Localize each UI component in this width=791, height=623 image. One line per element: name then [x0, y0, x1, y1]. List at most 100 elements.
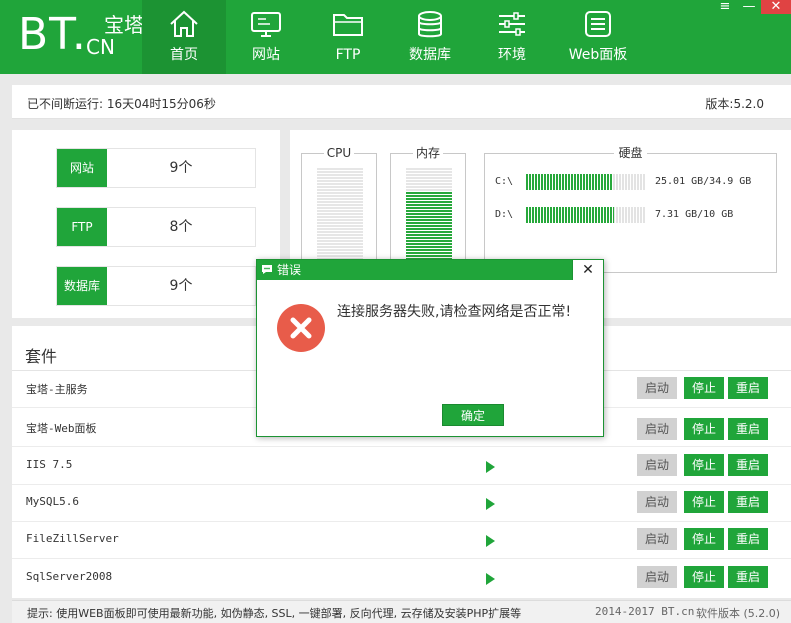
stat-value: 9个	[169, 278, 193, 294]
database-icon	[388, 10, 472, 40]
logo-cn-text: 宝塔	[104, 13, 144, 37]
disk-usage-text: 25.01 GB/34.9 GB	[655, 176, 752, 187]
logo-domain-text: CN	[86, 35, 115, 59]
running-status-icon	[486, 535, 495, 547]
nav-item-website[interactable]: 网站	[224, 0, 308, 74]
cpu-bar	[317, 168, 363, 268]
running-status-icon	[486, 461, 495, 473]
uptime-text: 已不间断运行: 16天04时15分06秒	[27, 97, 216, 111]
restart-button[interactable]: 重启	[728, 528, 768, 550]
service-name: SqlServer2008	[26, 570, 113, 583]
memory-bar	[406, 168, 452, 268]
nav-item-database[interactable]: 数据库	[388, 0, 472, 74]
table-row: SqlServer2008 启动 停止 重启	[12, 560, 791, 597]
service-name: 宝塔-主服务	[26, 383, 88, 396]
version-text: 版本:5.2.0	[705, 97, 764, 111]
copyright-text: 2014-2017 BT.cn	[595, 605, 695, 618]
stat-value: 8个	[169, 219, 193, 235]
stat-database[interactable]: 数据库 9个	[56, 266, 256, 306]
disk-bar-fill	[526, 174, 613, 190]
disk-row-d: D:\ 7.31 GB/10 GB	[495, 207, 770, 223]
top-header: BT. 宝塔 CN 首页 网站 FTP 数据库 环境 Web面板 ≡ — ✕	[0, 0, 791, 74]
start-button[interactable]: 启动	[637, 418, 677, 440]
disk-name: D:\	[495, 209, 514, 220]
dialog-close-button[interactable]: ✕	[572, 260, 603, 280]
restart-button[interactable]: 重启	[728, 377, 768, 399]
close-icon[interactable]: ✕	[761, 0, 791, 14]
disk-title: 硬盘	[614, 146, 647, 160]
stop-button[interactable]: 停止	[684, 566, 724, 588]
ok-button[interactable]: 确定	[442, 404, 504, 426]
running-status-icon	[486, 573, 495, 585]
memory-bar-fill	[406, 192, 452, 268]
stat-value: 9个	[169, 160, 193, 176]
dialog-title: 错误	[277, 263, 302, 277]
folder-icon	[306, 10, 390, 40]
stop-button[interactable]: 停止	[684, 528, 724, 550]
home-icon	[142, 10, 226, 40]
table-row: FileZillServer 启动 停止 重启	[12, 522, 791, 559]
disk-name: C:\	[495, 176, 514, 187]
restart-button[interactable]: 重启	[728, 454, 768, 476]
nav-label: 首页	[170, 47, 198, 63]
restart-button[interactable]: 重启	[728, 491, 768, 513]
nav-label: FTP	[335, 47, 361, 63]
software-version-text: 软件版本 (5.2.0)	[696, 607, 781, 620]
table-row: IIS 7.5 启动 停止 重启	[12, 448, 791, 485]
start-button[interactable]: 启动	[637, 566, 677, 588]
nav-item-environment[interactable]: 环境	[470, 0, 554, 74]
stat-website[interactable]: 网站 9个	[56, 148, 256, 188]
error-icon	[277, 304, 325, 352]
disk-usage-text: 7.31 GB/10 GB	[655, 209, 734, 220]
disk-panel: 硬盘 C:\ 25.01 GB/34.9 GB D:\ 7.31 GB/10 G…	[484, 146, 777, 273]
logo-text: BT.	[18, 9, 87, 60]
monitor-icon	[224, 10, 308, 40]
service-name: IIS 7.5	[26, 458, 73, 471]
stop-button[interactable]: 停止	[684, 418, 724, 440]
disk-bar	[526, 174, 646, 190]
start-button[interactable]: 启动	[637, 454, 677, 476]
nav-label: 网站	[252, 47, 280, 63]
nav-item-home[interactable]: 首页	[142, 0, 226, 74]
minimize-icon[interactable]: —	[737, 0, 761, 14]
chat-bubble-icon	[261, 264, 273, 275]
menu-icon[interactable]: ≡	[713, 0, 737, 14]
stats-panel: 网站 9个 FTP 8个 数据库 9个	[12, 130, 280, 318]
stop-button[interactable]: 停止	[684, 454, 724, 476]
nav-item-ftp[interactable]: FTP	[306, 0, 390, 74]
start-button[interactable]: 启动	[637, 528, 677, 550]
nav-label: 环境	[498, 47, 526, 63]
dialog-titlebar[interactable]: 错误 ✕	[257, 260, 603, 280]
start-button[interactable]: 启动	[637, 377, 677, 399]
table-row: MySQL5.6 启动 停止 重启	[12, 485, 791, 522]
nav-label: 数据库	[409, 47, 451, 63]
footer: 提示: 使用WEB面板即可使用最新功能, 如伪静态, SSL, 一键部署, 反向…	[12, 600, 791, 623]
nav-item-web-panel[interactable]: Web面板	[556, 0, 640, 74]
restart-button[interactable]: 重启	[728, 566, 768, 588]
stat-label: FTP	[57, 208, 107, 246]
running-status-icon	[486, 498, 495, 510]
stat-label: 网站	[57, 149, 107, 187]
stop-button[interactable]: 停止	[684, 491, 724, 513]
service-name: 宝塔-Web面板	[26, 422, 97, 435]
list-panel-icon	[556, 10, 640, 40]
cpu-gauge: CPU	[301, 146, 377, 273]
stop-button[interactable]: 停止	[684, 377, 724, 399]
tip-text: 提示: 使用WEB面板即可使用最新功能, 如伪静态, SSL, 一键部署, 反向…	[27, 607, 522, 620]
disk-row-c: C:\ 25.01 GB/34.9 GB	[495, 174, 770, 190]
memory-gauge: 内存	[390, 146, 466, 273]
disk-bar-fill	[526, 207, 614, 223]
disk-bar	[526, 207, 646, 223]
error-message: 连接服务器失败,请检查网络是否正常!	[337, 304, 572, 320]
cpu-gauge-title: CPU	[323, 146, 355, 160]
sliders-icon	[470, 10, 554, 40]
start-button[interactable]: 启动	[637, 491, 677, 513]
nav-label: Web面板	[568, 47, 628, 63]
stat-ftp[interactable]: FTP 8个	[56, 207, 256, 247]
restart-button[interactable]: 重启	[728, 418, 768, 440]
error-dialog: 错误 ✕ 连接服务器失败,请检查网络是否正常! 确定	[256, 259, 604, 437]
software-title: 套件	[25, 347, 58, 366]
service-name: FileZillServer	[26, 532, 119, 545]
info-bar: 已不间断运行: 16天04时15分06秒 版本:5.2.0	[12, 85, 791, 119]
window-controls: ≡ — ✕	[713, 0, 791, 14]
